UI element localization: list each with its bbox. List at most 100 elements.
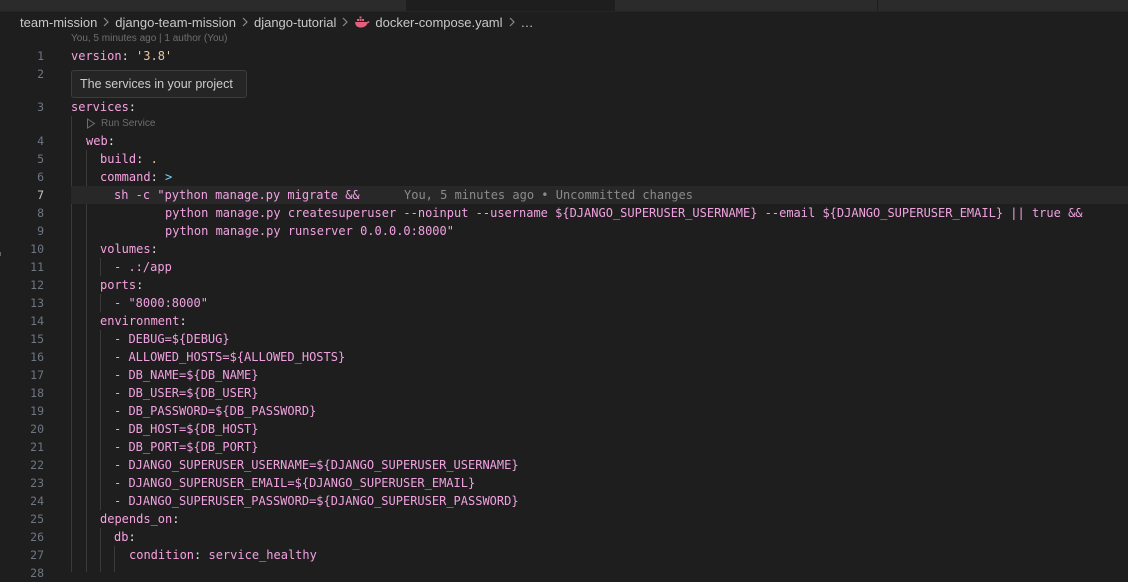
- breadcrumb-item-file[interactable]: docker-compose.yaml: [375, 15, 502, 30]
- yaml-string: python manage.py createsuperuser --noinp…: [165, 206, 1083, 220]
- code-line-9[interactable]: python manage.py runserver 0.0.0.0:8000": [165, 222, 454, 240]
- line-number: 23: [30, 476, 44, 490]
- line-number: 24: [30, 494, 44, 508]
- breadcrumb-item-ellipsis[interactable]: …: [521, 15, 534, 30]
- run-service-codelens[interactable]: Run Service: [86, 116, 155, 130]
- line-number: 25: [30, 512, 44, 526]
- yaml-value: '3.8': [136, 49, 173, 63]
- colon: :: [107, 134, 115, 148]
- line-number: 20: [30, 422, 44, 436]
- colon: :: [194, 548, 209, 562]
- code-line-5[interactable]: build: .: [100, 150, 158, 168]
- folded-scalar-indicator: >: [165, 170, 173, 184]
- tab-strip: [0, 0, 1128, 12]
- line-number: 3: [37, 100, 44, 114]
- code-line-17[interactable]: - DB_NAME=${DB_NAME}: [114, 366, 259, 384]
- breadcrumb-item-team-mission[interactable]: team-mission: [20, 15, 97, 30]
- yaml-string: python manage.py runserver 0.0.0.0:8000": [165, 224, 454, 238]
- line-number: 27: [30, 548, 44, 562]
- colon: :: [128, 530, 136, 544]
- line-number: 11: [30, 260, 44, 274]
- line-number: 28: [30, 566, 44, 580]
- code-line-4[interactable]: web:: [86, 132, 115, 150]
- code-line-8[interactable]: python manage.py createsuperuser --noinp…: [165, 204, 1083, 222]
- git-blame-header[interactable]: You, 5 minutes ago | 1 author (You): [71, 33, 227, 44]
- codelens-label: Run Service: [101, 117, 156, 129]
- yaml-key: depends_on: [100, 512, 173, 526]
- colon: :: [136, 152, 151, 166]
- code-line-10[interactable]: volumes:: [100, 240, 158, 258]
- code-line-22[interactable]: - DJANGO_SUPERUSER_USERNAME=${DJANGO_SUP…: [114, 456, 519, 474]
- line-number: 12: [30, 278, 44, 292]
- line-number: 13: [30, 296, 44, 310]
- code-line-24[interactable]: - DJANGO_SUPERUSER_PASSWORD=${DJANGO_SUP…: [114, 492, 519, 510]
- code-line-11[interactable]: - .:/app: [114, 258, 172, 276]
- indent-guide: [100, 528, 101, 572]
- line-number: 26: [30, 530, 44, 544]
- code-line-13[interactable]: - "8000:8000": [114, 294, 208, 312]
- yaml-value: .: [150, 152, 158, 166]
- code-line-19[interactable]: - DB_PASSWORD=${DB_PASSWORD}: [114, 402, 316, 420]
- yaml-key: condition: [129, 548, 195, 562]
- colon: :: [172, 512, 180, 526]
- tab-inactive[interactable]: [614, 0, 878, 11]
- line-number: 8: [37, 206, 44, 220]
- yaml-key: db: [114, 530, 129, 544]
- indent-guide: [114, 546, 115, 572]
- yaml-key: environment: [100, 314, 180, 328]
- play-icon: [87, 117, 96, 129]
- yaml-list-item: - ALLOWED_HOSTS=${ALLOWED_HOSTS}: [114, 350, 346, 364]
- breadcrumb: team-mission django-team-mission django-…: [20, 13, 534, 31]
- colon: :: [179, 314, 187, 328]
- tab-active-docker-compose[interactable]: [406, 0, 614, 11]
- yaml-key: command: [100, 170, 151, 184]
- chevron-right-icon: [508, 17, 516, 27]
- yaml-key: web: [86, 134, 108, 148]
- hover-tooltip: The services in your project: [71, 70, 247, 98]
- colon: :: [128, 100, 137, 114]
- code-line-14[interactable]: environment:: [100, 312, 187, 330]
- code-line-23[interactable]: - DJANGO_SUPERUSER_EMAIL=${DJANGO_SUPERU…: [114, 474, 475, 492]
- code-line-15[interactable]: - DEBUG=${DEBUG}: [114, 330, 230, 348]
- code-line-18[interactable]: - DB_USER=${DB_USER}: [114, 384, 259, 402]
- line-number: 4: [37, 134, 44, 148]
- line-number: 21: [30, 440, 44, 454]
- yaml-key: services: [71, 100, 129, 114]
- colon: :: [121, 49, 137, 63]
- code-line-25[interactable]: depends_on:: [100, 510, 179, 528]
- code-line-16[interactable]: - ALLOWED_HOSTS=${ALLOWED_HOSTS}: [114, 348, 345, 366]
- yaml-list-item: - DB_PORT=${DB_PORT}: [114, 440, 259, 454]
- line-number-active: 7: [37, 188, 44, 202]
- code-line-26[interactable]: db:: [114, 528, 136, 546]
- line-number: 17: [30, 368, 44, 382]
- yaml-list-item: - DJANGO_SUPERUSER_PASSWORD=${DJANGO_SUP…: [114, 494, 519, 508]
- code-line-6[interactable]: command: >: [100, 168, 172, 186]
- yaml-list-item: - DB_PASSWORD=${DB_PASSWORD}: [114, 404, 317, 418]
- indent-guide: [86, 150, 87, 572]
- code-line-7[interactable]: sh -c "python manage.py migrate &&: [114, 186, 360, 204]
- chevron-right-icon: [241, 17, 249, 27]
- yaml-list-item: - DJANGO_SUPERUSER_EMAIL=${DJANGO_SUPERU…: [114, 476, 476, 490]
- code-line-21[interactable]: - DB_PORT=${DB_PORT}: [114, 438, 259, 456]
- code-line-1[interactable]: version: '3.8': [71, 47, 172, 65]
- code-line-27[interactable]: condition: service_healthy: [129, 546, 317, 564]
- yaml-list-item: - DB_USER=${DB_USER}: [114, 386, 259, 400]
- line-number: 19: [30, 404, 44, 418]
- inline-blame-annotation[interactable]: You, 5 minutes ago • Uncommitted changes: [404, 186, 693, 204]
- code-line-3[interactable]: services:: [71, 98, 136, 116]
- code-line-20[interactable]: - DB_HOST=${DB_HOST}: [114, 420, 259, 438]
- line-number: 9: [37, 224, 44, 238]
- line-number: 10: [30, 242, 44, 256]
- breadcrumb-item-django-tutorial[interactable]: django-tutorial: [254, 15, 336, 30]
- scroll-marker: [0, 252, 1, 256]
- code-line-12[interactable]: ports:: [100, 276, 143, 294]
- indent-guide: [100, 330, 101, 510]
- yaml-list-item: - DJANGO_SUPERUSER_USERNAME=${DJANGO_SUP…: [114, 458, 519, 472]
- breadcrumb-item-django-team-mission[interactable]: django-team-mission: [115, 15, 236, 30]
- colon: :: [136, 278, 144, 292]
- line-number: 14: [30, 314, 44, 328]
- yaml-key: version: [71, 49, 122, 63]
- line-number: 22: [30, 458, 44, 472]
- line-number: 15: [30, 332, 44, 346]
- line-number: 16: [30, 350, 44, 364]
